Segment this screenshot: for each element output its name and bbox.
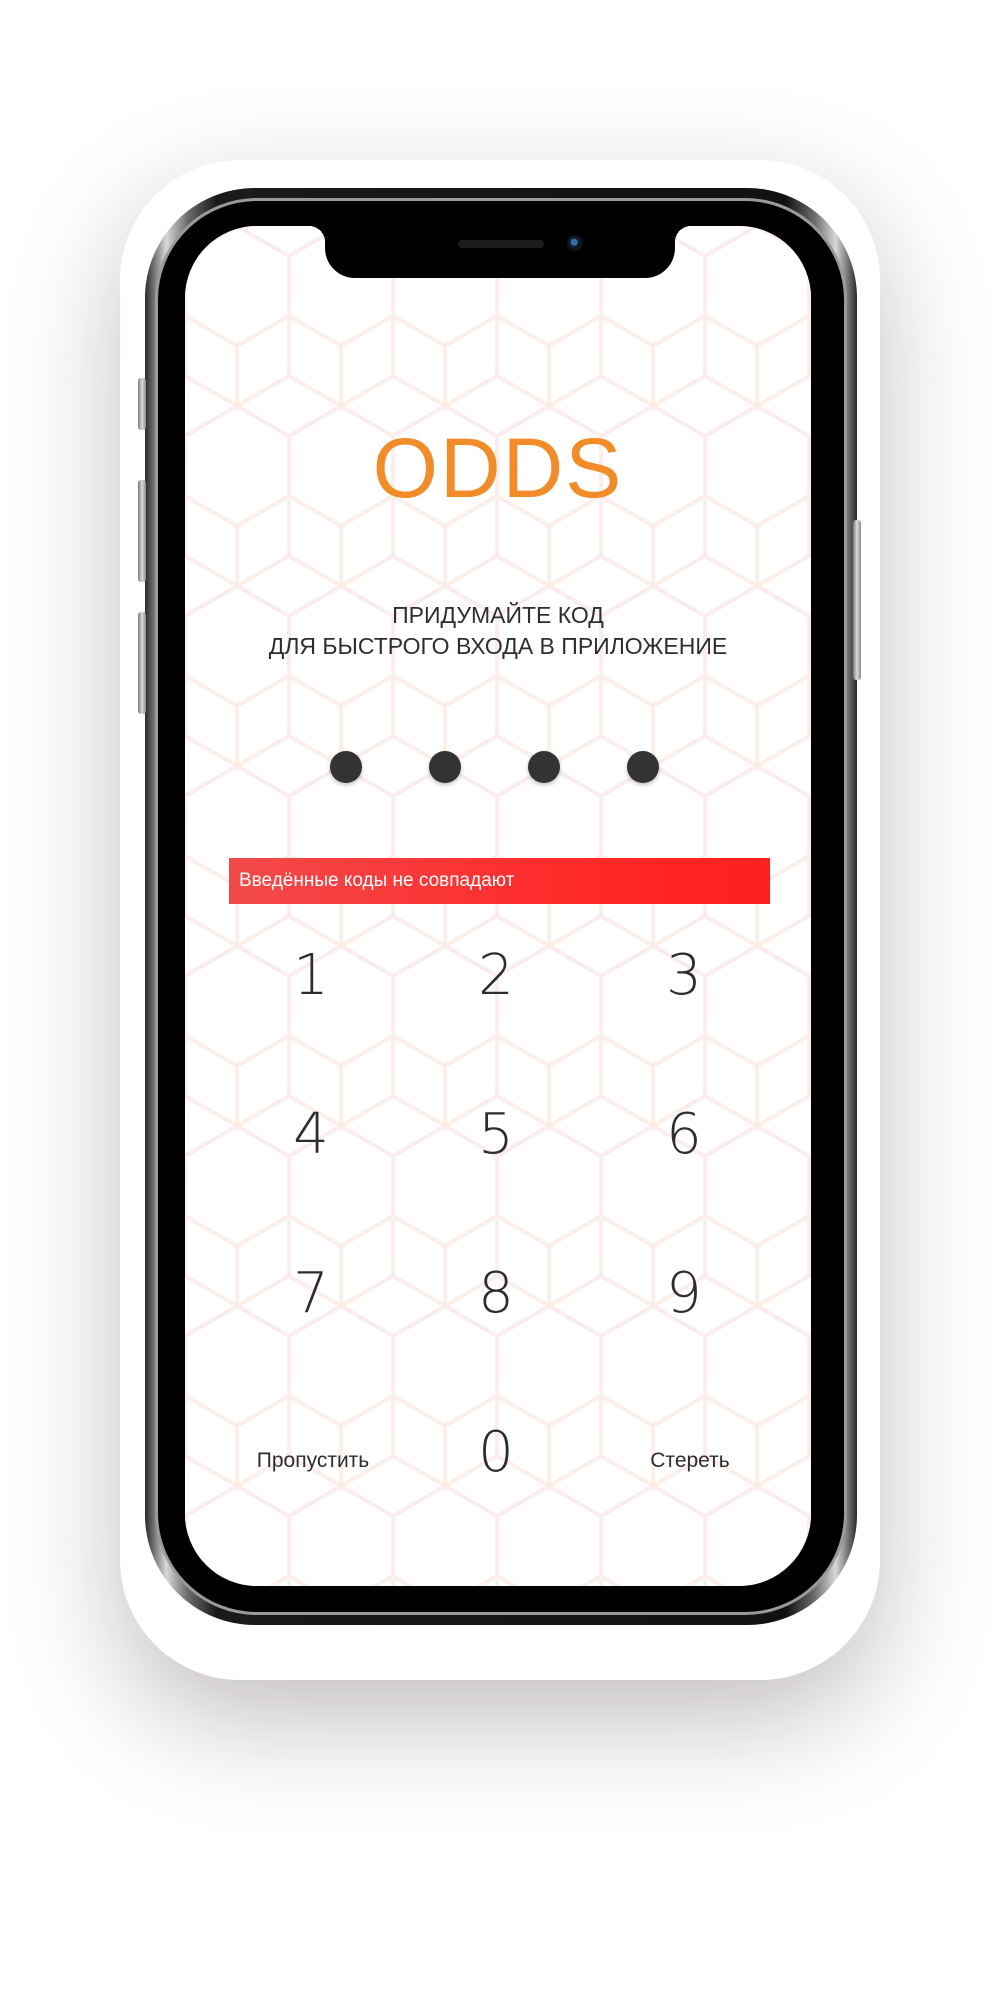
pin-indicator — [330, 751, 670, 783]
key-8[interactable]: 8 — [436, 1244, 556, 1344]
key-9[interactable]: 9 — [624, 1244, 744, 1344]
key-4[interactable]: 4 — [251, 1085, 371, 1185]
key-6[interactable]: 6 — [624, 1085, 744, 1185]
front-camera — [567, 235, 583, 251]
pin-dot — [330, 751, 362, 783]
pin-setup-prompt: ПРИДУМАЙТЕ КОД ДЛЯ БЫСТРОГО ВХОДА В ПРИЛ… — [0, 600, 996, 662]
phone-notch — [309, 226, 691, 278]
earpiece-speaker — [458, 240, 544, 248]
prompt-line-1: ПРИДУМАЙТЕ КОД — [392, 602, 604, 628]
key-7[interactable]: 7 — [251, 1244, 371, 1344]
key-3[interactable]: 3 — [624, 926, 744, 1026]
error-banner: Введённые коды не совпадают — [229, 858, 770, 904]
prompt-line-2: ДЛЯ БЫСТРОГО ВХОДА В ПРИЛОЖЕНИЕ — [268, 633, 728, 659]
pin-dot — [528, 751, 560, 783]
pin-dot — [627, 751, 659, 783]
key-1[interactable]: 1 — [251, 926, 371, 1026]
skip-button[interactable]: Пропустить — [238, 1441, 388, 1481]
key-2[interactable]: 2 — [436, 926, 556, 1026]
pin-dot — [429, 751, 461, 783]
key-0[interactable]: 0 — [436, 1403, 556, 1503]
key-5[interactable]: 5 — [436, 1085, 556, 1185]
erase-button[interactable]: Стереть — [625, 1441, 755, 1481]
app-logo: ODDS — [372, 421, 624, 515]
